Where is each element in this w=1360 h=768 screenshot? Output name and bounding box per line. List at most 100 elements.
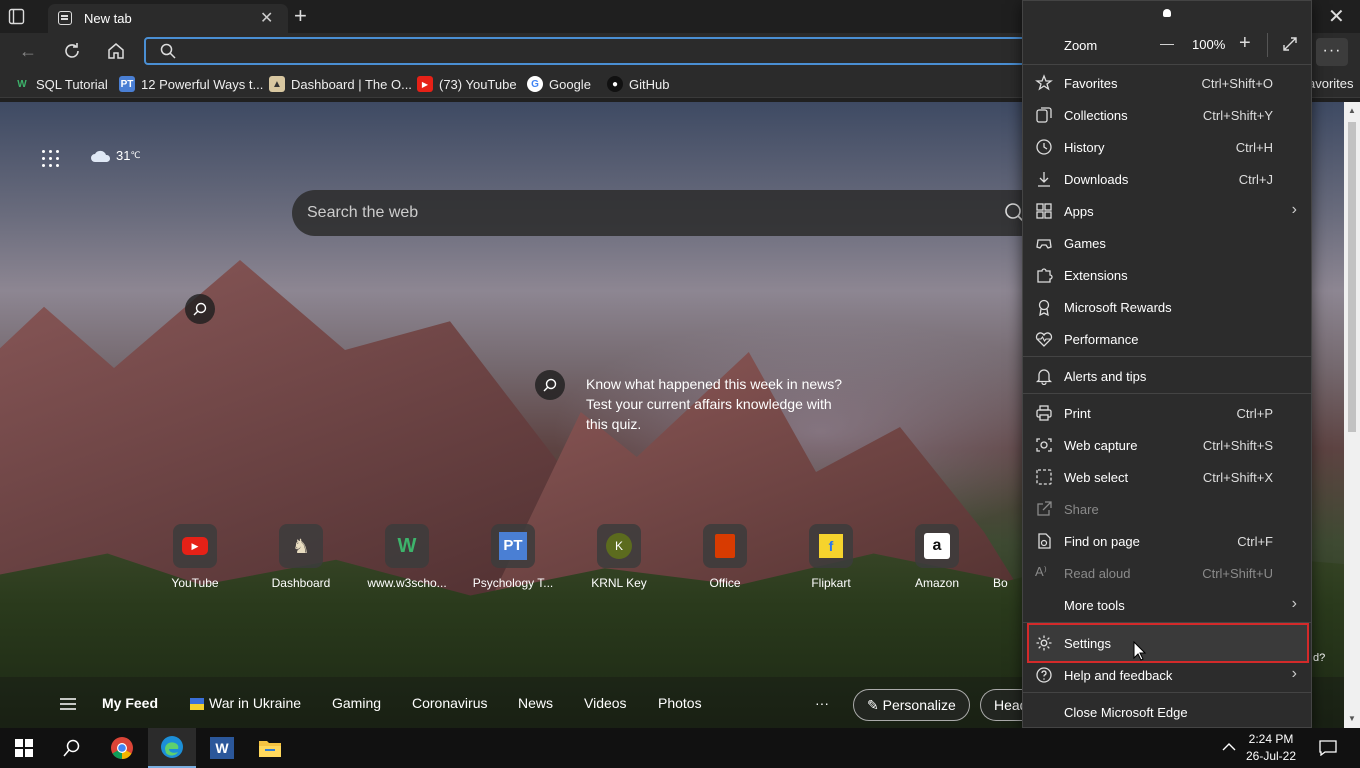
- menu-item-read-aloud[interactable]: A⁾ Read aloud Ctrl+Shift+U: [1023, 558, 1311, 588]
- menu-item-close-edge[interactable]: Close Microsoft Edge: [1023, 697, 1311, 727]
- full-screen-icon[interactable]: [1281, 35, 1299, 53]
- menu-item-extensions[interactable]: Extensions: [1023, 260, 1311, 290]
- favorite-label: (73) YouTube: [439, 76, 517, 92]
- taskbar-file-explorer[interactable]: [246, 728, 294, 768]
- quicklink-label: KRNL Key: [591, 576, 647, 590]
- menu-item-games[interactable]: Games: [1023, 228, 1311, 258]
- personalize-label: Personalize: [882, 697, 956, 713]
- quicklink-w3schools[interactable]: Wwww.w3scho...: [357, 524, 457, 590]
- refresh-button[interactable]: [61, 40, 83, 62]
- tab-gaming[interactable]: Gaming: [332, 695, 381, 711]
- app-launcher-icon[interactable]: [42, 150, 62, 168]
- cloud-icon: [91, 150, 111, 162]
- quicklink-office[interactable]: Office: [675, 524, 775, 590]
- favorite-github[interactable]: ● GitHub: [607, 76, 669, 92]
- quicklink-youtube[interactable]: ▶ YouTube: [145, 524, 245, 590]
- menu-item-more-tools[interactable]: More tools ›: [1023, 590, 1311, 620]
- menu-item-history[interactable]: History Ctrl+H: [1023, 132, 1311, 162]
- quicklink-flipkart[interactable]: f Flipkart: [781, 524, 881, 590]
- back-button[interactable]: ←: [17, 40, 39, 62]
- w3schools-icon: W: [385, 524, 429, 568]
- tab-my-feed[interactable]: My Feed: [102, 695, 158, 711]
- menu-item-print[interactable]: Print Ctrl+P: [1023, 398, 1311, 428]
- ukraine-flag-icon: [190, 698, 204, 710]
- menu-item-share[interactable]: Share: [1023, 494, 1311, 524]
- zoom-in-button[interactable]: +: [1239, 32, 1251, 55]
- chevron-up-icon[interactable]: [1222, 742, 1236, 752]
- favorite-12-powerful-ways[interactable]: PT 12 Powerful Ways t...: [119, 76, 263, 92]
- menu-item-web-capture[interactable]: Web capture Ctrl+Shift+S: [1023, 430, 1311, 460]
- amazon-icon: a: [915, 524, 959, 568]
- favorite-sql-tutorial[interactable]: W SQL Tutorial: [14, 76, 108, 92]
- menu-item-downloads[interactable]: Downloads Ctrl+J: [1023, 164, 1311, 194]
- menu-item-microsoft-rewards[interactable]: Microsoft Rewards: [1023, 292, 1311, 322]
- menu-item-web-select[interactable]: Web select Ctrl+Shift+X: [1023, 462, 1311, 492]
- scrollbar-thumb[interactable]: [1348, 122, 1356, 432]
- quicklink-psychology[interactable]: PT Psychology T...: [463, 524, 563, 590]
- tab-war-in-ukraine[interactable]: War in Ukraine: [209, 695, 301, 711]
- menu-item-alerts-and-tips[interactable]: Alerts and tips: [1023, 361, 1311, 391]
- tab-videos[interactable]: Videos: [584, 695, 627, 711]
- favorite-dashboard[interactable]: ▲ Dashboard | The O...: [269, 76, 412, 92]
- weather-widget[interactable]: 31 ℃: [90, 148, 141, 163]
- edge-icon: [161, 736, 183, 758]
- other-favorites[interactable]: avorites: [1308, 76, 1354, 91]
- favorite-label: GitHub: [629, 76, 670, 92]
- taskbar-edge[interactable]: [148, 728, 196, 768]
- scroll-down-arrow[interactable]: ▼: [1348, 714, 1356, 723]
- owl-icon: ▲: [269, 76, 285, 92]
- notifications-icon[interactable]: [1319, 740, 1337, 756]
- tab-actions-icon[interactable]: [8, 8, 25, 25]
- menu-item-collections[interactable]: Collections Ctrl+Shift+Y: [1023, 100, 1311, 130]
- close-tab-icon[interactable]: ✕: [260, 8, 273, 28]
- new-tab-button[interactable]: +: [294, 3, 307, 29]
- taskbar-word[interactable]: W: [198, 728, 246, 768]
- menu-item-label: Print: [1064, 406, 1091, 421]
- rewards-icon: [1038, 299, 1050, 316]
- menu-item-label: Web capture: [1064, 438, 1138, 453]
- address-bar[interactable]: [144, 37, 1034, 65]
- menu-item-label: Read aloud: [1064, 566, 1131, 581]
- home-button[interactable]: [105, 40, 127, 62]
- settings-and-more-button[interactable]: ···: [1316, 38, 1348, 66]
- chevron-right-icon: ›: [1291, 665, 1297, 682]
- page-scrollbar[interactable]: ▲ ▼: [1344, 102, 1360, 732]
- zoom-out-button[interactable]: —: [1160, 35, 1174, 51]
- feed-more-icon[interactable]: ···: [815, 695, 829, 711]
- favorite-label: 12 Powerful Ways t...: [141, 76, 264, 92]
- tab-coronavirus[interactable]: Coronavirus: [412, 695, 487, 711]
- quiz-hotspot[interactable]: [535, 370, 565, 400]
- favorite-google[interactable]: G Google: [527, 76, 591, 92]
- menu-item-help-and-feedback[interactable]: Help and feedback ›: [1023, 660, 1311, 690]
- tab-new-tab[interactable]: New tab ✕: [48, 4, 288, 33]
- owl-icon: ♞: [279, 524, 323, 568]
- menu-item-settings[interactable]: Settings: [1023, 628, 1311, 658]
- menu-item-favorites[interactable]: Favorites Ctrl+Shift+O: [1023, 68, 1311, 98]
- menu-item-performance[interactable]: Performance: [1023, 324, 1311, 354]
- tab-photos[interactable]: Photos: [658, 695, 702, 711]
- quicklink-krnl-key[interactable]: K KRNL Key: [569, 524, 669, 590]
- start-button[interactable]: [0, 728, 48, 768]
- window-close-button[interactable]: ✕: [1328, 4, 1345, 29]
- favorite-youtube[interactable]: ▶ (73) YouTube: [417, 76, 517, 92]
- quicklink-dashboard[interactable]: ♞ Dashboard: [251, 524, 351, 590]
- personalize-button[interactable]: ✎ Personalize: [853, 689, 970, 721]
- taskbar-clock[interactable]: 2:24 PM 26-Jul-22: [1236, 731, 1306, 765]
- menu-item-apps[interactable]: Apps ›: [1023, 196, 1311, 226]
- taskbar-search-button[interactable]: [48, 728, 96, 768]
- quicklink-amazon[interactable]: a Amazon: [887, 524, 987, 590]
- web-search-box[interactable]: Search the web: [292, 190, 1052, 236]
- menu-item-shortcut: Ctrl+P: [1236, 406, 1273, 421]
- chevron-right-icon: ›: [1291, 201, 1297, 218]
- quiz-prompt[interactable]: Know what happened this week in news? Te…: [586, 374, 856, 434]
- menu-item-label: Help and feedback: [1064, 668, 1173, 683]
- image-hotspot[interactable]: [185, 294, 215, 324]
- scroll-up-arrow[interactable]: ▲: [1348, 106, 1356, 115]
- taskbar-chrome[interactable]: [98, 728, 146, 768]
- hamburger-menu-icon[interactable]: [60, 698, 76, 710]
- tab-news[interactable]: News: [518, 695, 553, 711]
- folder-icon: [259, 741, 281, 757]
- menu-item-find-on-page[interactable]: Find on page Ctrl+F: [1023, 526, 1311, 556]
- search-icon: [193, 302, 207, 316]
- zoom-divider: [1267, 33, 1268, 57]
